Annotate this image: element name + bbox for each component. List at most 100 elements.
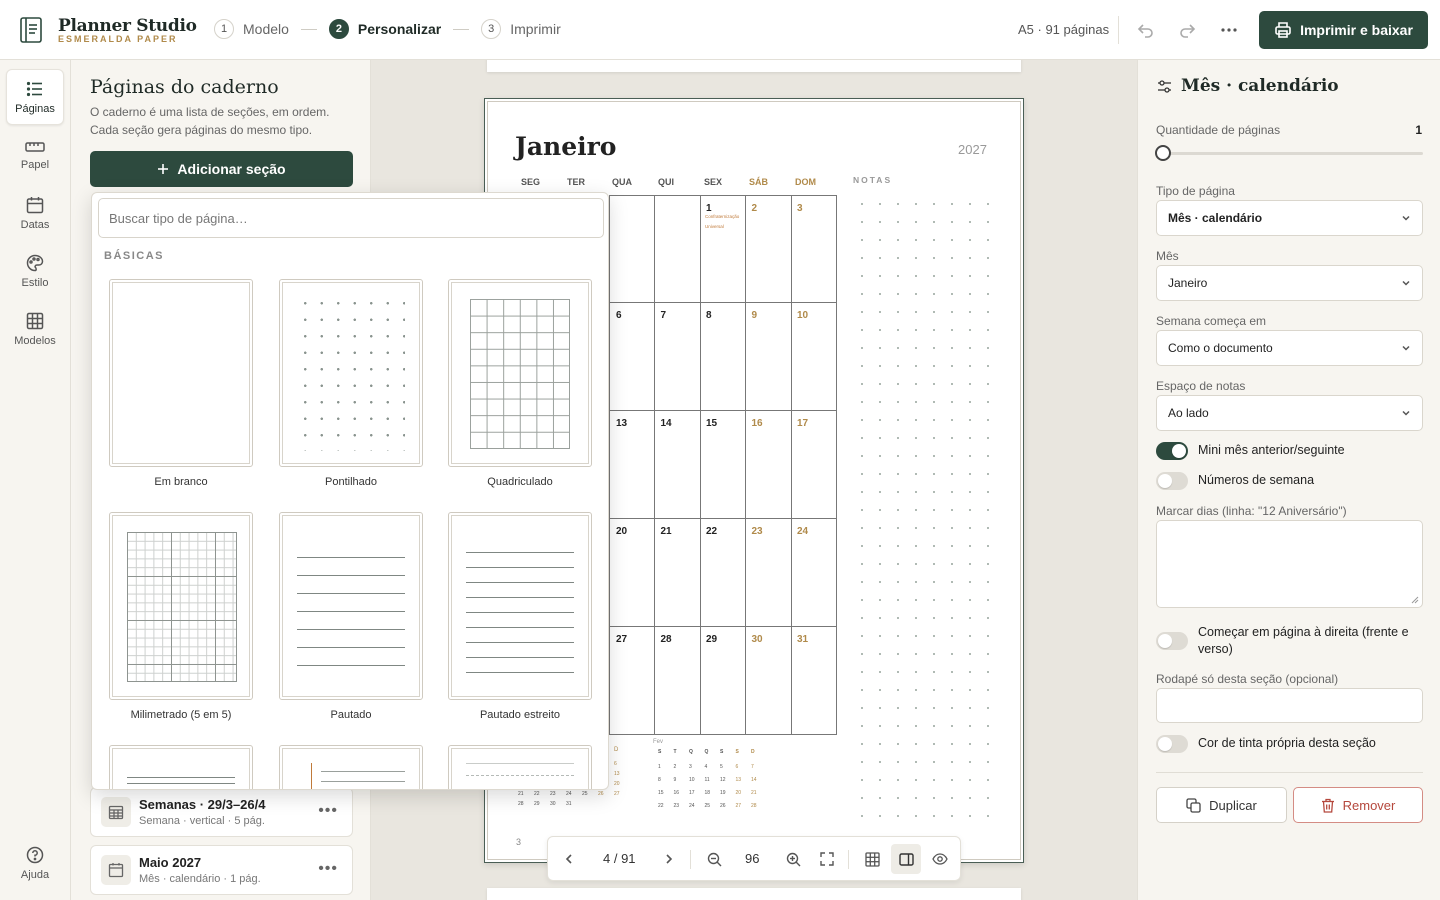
toggle-sidebar-button[interactable] (891, 844, 921, 874)
rail-item-datas[interactable]: Datas (6, 185, 64, 241)
section-card[interactable]: Semanas · 29/3–26/4 Semana · vertical · … (90, 787, 353, 837)
print-download-button[interactable]: Imprimir e baixar (1259, 11, 1428, 49)
mini-day: 2 (673, 764, 677, 770)
section-subtitle: Semana · vertical · 5 pág. (139, 815, 265, 827)
mini-day: 15 (658, 790, 664, 796)
step-label: Imprimir (510, 21, 561, 37)
week-numbers-toggle[interactable] (1156, 472, 1188, 490)
tile-preview (112, 282, 250, 464)
mini-day: 3 (689, 764, 692, 770)
tile-label: Pontilhado (325, 476, 377, 488)
more-horizontal-icon[interactable]: ••• (318, 802, 338, 820)
rail-item-estilo[interactable]: Estilo (6, 243, 64, 299)
weekday-label: DOM (795, 177, 816, 187)
step-imprimir[interactable]: 3 Imprimir (481, 19, 561, 39)
mini-day: 31 (566, 801, 572, 807)
duplicate-button[interactable]: Duplicar (1156, 787, 1287, 823)
rail-item-paginas[interactable]: Páginas (6, 69, 64, 125)
calendar-icon (101, 855, 131, 885)
mini-day: 24 (566, 791, 572, 797)
page-type-tile-lined[interactable] (279, 512, 423, 700)
weekday-label: TER (567, 177, 585, 187)
toggle-grid-button[interactable] (861, 848, 883, 870)
step-personalizar[interactable]: 2 Personalizar (328, 19, 441, 39)
page-quantity-slider[interactable] (1163, 152, 1423, 155)
day-number: 7 (660, 310, 667, 321)
remove-button[interactable]: Remover (1293, 787, 1423, 823)
notebook-icon (20, 17, 42, 43)
mini-day: 27 (735, 803, 742, 809)
fit-screen-button[interactable] (816, 848, 838, 870)
printer-icon (1275, 22, 1291, 38)
page-type-tile-blank[interactable] (109, 279, 253, 467)
rail-item-modelos[interactable]: Modelos (6, 301, 64, 357)
mini-day: 6 (735, 764, 739, 770)
mark-days-textarea[interactable] (1156, 520, 1423, 608)
rail-label: Papel (20, 158, 50, 171)
redo-icon (1180, 24, 1196, 38)
calendar-day-cell: 6 (609, 303, 655, 411)
more-horizontal-icon[interactable]: ••• (318, 860, 338, 878)
mini-month-title: Fev (653, 739, 664, 745)
redo-button[interactable] (1176, 19, 1198, 41)
section-title: Maio 2027 (139, 855, 202, 870)
page-type-tile-dotted[interactable] (279, 279, 423, 467)
previous-page-button[interactable] (558, 848, 580, 870)
notes-space-select[interactable]: Ao lado (1156, 395, 1423, 431)
mini-day: 19 (720, 790, 726, 796)
preview-mode-button[interactable] (929, 848, 951, 870)
calendar-day-cell: 22 (700, 519, 746, 627)
toolbar-separator (848, 850, 849, 869)
trash-icon (1321, 798, 1334, 813)
next-page-button[interactable] (658, 848, 680, 870)
page-type-tile-squared[interactable] (448, 279, 592, 467)
page-type-tile-millimeter[interactable] (109, 512, 253, 700)
step-modelo[interactable]: 1 Modelo (214, 19, 289, 39)
page-type-tile-lined-narrow[interactable] (448, 512, 592, 700)
day-number: 27 (616, 634, 628, 645)
mini-weekday: T (673, 749, 677, 755)
undo-button[interactable] (1135, 19, 1157, 41)
zoom-out-button[interactable] (703, 848, 725, 870)
calendar-day-cell: 13 (609, 411, 655, 519)
section-settings-panel: Mês · calendário Quantidade de páginas 1… (1137, 60, 1440, 900)
resize-handle-icon[interactable] (1411, 596, 1419, 604)
section-card[interactable]: Maio 2027 Mês · calendário · 1 pág. ••• (90, 845, 353, 895)
rail-item-ajuda[interactable]: Ajuda (6, 835, 64, 891)
rail-item-papel[interactable]: Papel (6, 127, 64, 183)
section-title: Semanas · 29/3–26/4 (139, 797, 266, 812)
mini-month-next: Fev S T Q Q S S D 1 2 3 4 5 6 7 8 9 10 11 12 13 14 15 16 17 18 19 2… (653, 739, 763, 819)
day-number: 14 (660, 418, 672, 429)
zoom-level[interactable]: 96 (745, 851, 759, 866)
tile-preview (112, 515, 250, 697)
weekday-label: QUI (658, 177, 675, 187)
grid-icon (26, 312, 44, 329)
more-options-button[interactable] (1218, 19, 1240, 41)
page-type-tile[interactable] (109, 745, 253, 789)
dot-grid-notes (853, 195, 993, 820)
month-label: Mês (1156, 249, 1179, 263)
day-event-text: Universal (705, 224, 724, 229)
add-section-button[interactable]: Adicionar seção (90, 151, 353, 187)
page-quantity-label: Quantidade de páginas (1156, 123, 1281, 137)
page-type-search-input[interactable] (98, 198, 604, 238)
page-type-tile[interactable] (279, 745, 423, 789)
mini-day: 24 (689, 803, 695, 809)
section-footer-input[interactable] (1156, 688, 1423, 723)
page-type-select[interactable]: Mês · calendário (1156, 200, 1423, 236)
mini-day: 29 (534, 801, 540, 807)
day-number: 10 (797, 310, 809, 321)
tile-label: Pautado (330, 709, 372, 721)
right-page-toggle[interactable] (1156, 632, 1188, 650)
notes-space-value: Ao lado (1168, 406, 1209, 420)
mini-month-toggle[interactable] (1156, 442, 1188, 460)
month-select[interactable]: Janeiro (1156, 265, 1423, 301)
mini-day: 20 (735, 790, 742, 796)
zoom-in-button[interactable] (782, 848, 804, 870)
week-start-select[interactable]: Como o documento (1156, 330, 1423, 366)
slider-thumb[interactable] (1155, 145, 1171, 161)
ink-color-toggle[interactable] (1156, 735, 1188, 753)
mini-day: 11 (704, 777, 710, 783)
page-type-tile[interactable] (448, 745, 592, 789)
day-number: 6 (616, 310, 622, 321)
